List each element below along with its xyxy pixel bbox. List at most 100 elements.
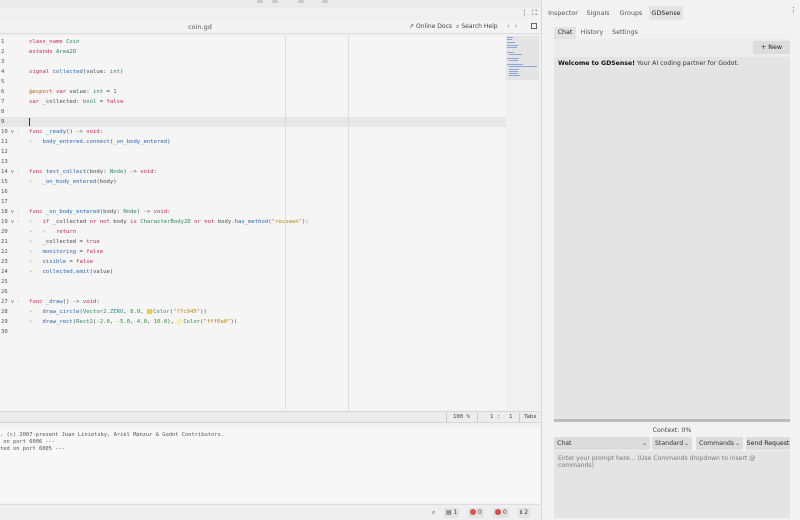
code-text: » _collected = true [29,239,100,245]
code-text: func _ready() -> void: [29,129,104,135]
minimap-line [509,60,518,61]
code-text: » draw_circle(Vector2.ZERO, 8.0, Color("… [29,309,207,315]
code-line[interactable]: 28 » draw_circle(Vector2.ZERO, 8.0, Color… [0,307,506,317]
code-line[interactable]: 30 [0,327,506,337]
code-line[interactable]: 21 » _collected = true [0,237,506,247]
warnings-count: 0 [503,509,507,516]
code-editor[interactable]: 1 class_name Coin 2 extends Area2D 3 4 signal … [0,36,506,410]
toolbar-icon[interactable] [322,0,328,3]
code-line[interactable]: 10 v · func _ready() -> void: [0,127,506,137]
script-editor: ⋮ ⛶ coin.gd ↗ Online Docs ⌕ Search Help ‹›… [0,0,540,520]
zoom-level[interactable]: 100 % [453,414,470,420]
code-line[interactable]: 4 signal collected(value: int) [0,67,506,77]
line-col-separator: : [497,414,501,420]
code-line[interactable]: 18 v · func _on_body_entered(body: Node) -… [0,207,506,217]
fold-arrow-icon[interactable]: v · [11,217,20,227]
minimap[interactable] [506,36,539,80]
toolbar-icon[interactable] [257,0,263,3]
back-icon[interactable]: ‹ [507,22,515,30]
send-request-button[interactable]: Send Request [746,437,790,450]
history-nav[interactable]: ‹› [507,22,523,30]
filter-debug-button[interactable]: ℹ 2 [518,508,531,518]
filter-warnings-button[interactable]: 0 [493,508,509,518]
fold-arrow-icon[interactable]: v · [11,167,20,177]
message-icon: ▤ [446,509,452,516]
search-icon[interactable]: ⌕ [430,508,437,518]
minimap-line [507,45,518,46]
file-title: coin.gd [188,23,212,31]
toolbar-icon[interactable] [298,0,304,3]
code-line[interactable]: 26 [0,287,506,297]
tab-settings[interactable]: Settings [610,27,640,39]
code-line[interactable]: 11 » body_entered.connect(_on_body_entere… [0,137,506,147]
line-number: 30 [1,329,8,335]
code-line[interactable]: 24 » collected.emit(value) [0,267,506,277]
line-number: 20 [1,229,8,235]
code-line[interactable]: 15 » _on_body_entered(body) [0,177,506,187]
tab-signals[interactable]: Signals [584,6,612,20]
line-number: 4 [1,69,5,75]
tab-groups[interactable]: Groups [617,6,645,20]
mode-select[interactable]: Chat ⌄ [554,437,650,450]
chat-controls: Chat ⌄ Standard ⌄ Commands ⌄ Send Request [554,437,790,450]
code-line[interactable]: 8 [0,107,506,117]
code-text: func test_collect(body: Node) -> void: [29,169,158,175]
fold-arrow-icon[interactable]: v · [11,297,20,307]
debug-icon: ℹ [520,509,523,516]
code-line[interactable]: 25 [0,277,506,287]
code-line[interactable]: 19 v · » if _collected or not body is Char… [0,217,506,227]
expand-icon[interactable]: ⛶ [532,9,537,18]
line-number: 6 [1,89,5,95]
new-chat-button[interactable]: + New Chat [753,41,790,64]
code-text: func _on_body_entered(body: Node) -> voi… [29,209,171,215]
minimap-line [507,37,513,38]
prompt-input[interactable] [554,451,790,518]
toolbar-icon[interactable] [272,0,278,3]
code-line[interactable]: 13 [0,157,506,167]
chat-scrollbar[interactable] [554,419,790,422]
code-line[interactable]: 1 class_name Coin [0,37,506,47]
line-number: 5 [1,79,5,85]
commands-select[interactable]: Commands ⌄ [696,437,743,450]
tab-history[interactable]: History [580,27,604,39]
tab-gdsense[interactable]: GDSense [649,6,683,20]
filter-errors-button[interactable]: 0 [468,508,484,518]
tab-chat[interactable]: Chat [554,27,576,39]
code-line[interactable]: 2 extends Area2D [0,47,506,57]
fold-arrow-icon[interactable]: v · [11,207,20,217]
chevron-down-icon: ⌄ [683,440,689,447]
code-line[interactable]: 16 [0,187,506,197]
code-line[interactable]: 14 v · func test_collect(body: Node) -> vo… [0,167,506,177]
toggle-panel-icon[interactable] [531,23,537,29]
fold-arrow-icon[interactable]: v · [11,127,20,137]
code-line[interactable]: 6 @export var value: int = 1 [0,87,506,97]
dock-menu-icon[interactable]: ⋮ [790,6,797,14]
minimap-line [507,58,519,59]
code-line[interactable]: 17 [0,197,506,207]
code-line[interactable]: 7 var _collected: bool = false [0,97,506,107]
divider [477,413,478,422]
code-line[interactable]: 12 [0,147,506,157]
code-line[interactable]: 22 » monitoring = false [0,247,506,257]
forward-icon[interactable]: › [515,22,523,30]
line-number: 2 [1,49,5,55]
code-line[interactable]: 5 [0,77,506,87]
top-toolbar [0,0,540,8]
tab-inspector[interactable]: Inspector [546,6,580,20]
code-line[interactable]: 23 » visible = false [0,257,506,267]
code-line[interactable]: 20 » » return [0,227,506,237]
code-line[interactable]: 3 [0,57,506,67]
indent-mode[interactable]: Tabs [524,414,536,420]
editor-status-bar: 100 % 1 : 1 Tabs [0,411,540,423]
code-line[interactable]: 9 [0,117,506,127]
filter-messages-button[interactable]: ▤ 1 [444,508,460,518]
output-filter-bar: ⌕ ▤ 1 0 0 ℹ 2 [0,504,540,520]
search-help-button[interactable]: ⌕ Search Help [456,23,498,31]
chat-history: Welcome to GDSense! Your AI coding partn… [554,57,790,420]
code-line[interactable]: 29 » draw_rect(Rect2(-2.0, -5.0, 4.0, 10.… [0,317,506,327]
online-docs-button[interactable]: ↗ Online Docs [409,23,452,30]
code-text: var _collected: bool = false [29,99,124,105]
level-select[interactable]: Standard ⌄ [652,437,692,450]
code-line[interactable]: 27 v · func _draw() -> void: [0,297,506,307]
more-options-icon[interactable]: ⋮ [521,9,528,17]
